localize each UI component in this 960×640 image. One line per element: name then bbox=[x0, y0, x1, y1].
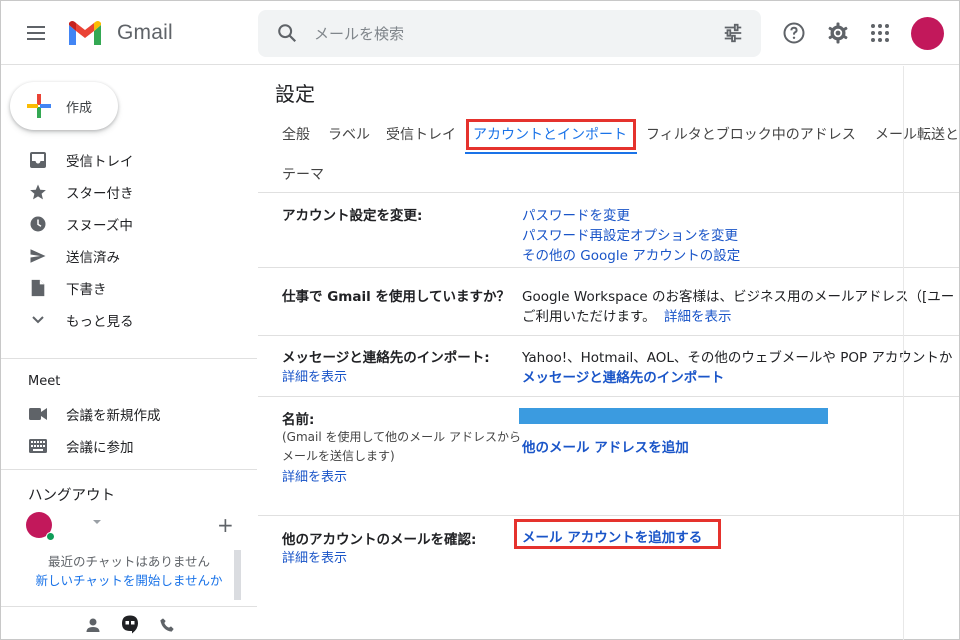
draft-icon bbox=[28, 278, 48, 298]
plus-icon bbox=[27, 94, 51, 118]
meet-title: Meet bbox=[28, 374, 61, 389]
send-icon bbox=[28, 246, 48, 266]
compose-label: 作成 bbox=[66, 100, 93, 116]
workspace-text: Google Workspace のお客様は、ビジネス用のメールアドレス（[ユー bbox=[522, 289, 955, 305]
import-mail-contacts-link[interactable]: メッセージと連絡先のインポート bbox=[522, 366, 724, 386]
row-workspace: 仕事で Gmail を使用していますか？ Google Workspace のお… bbox=[258, 269, 959, 336]
chevron-down-icon bbox=[28, 310, 48, 330]
phone-icon[interactable] bbox=[157, 615, 177, 635]
settings-tabs: 全般 ラベル 受信トレイ アカウントとインポート フィルタとブロック中のアドレス… bbox=[258, 116, 959, 193]
nav-label: 下書き bbox=[66, 282, 107, 298]
main-menu-icon[interactable] bbox=[21, 21, 53, 45]
app-name: Gmail bbox=[117, 21, 173, 44]
keyboard-icon bbox=[28, 436, 48, 456]
apps-grid-icon[interactable] bbox=[868, 21, 892, 45]
gmail-logo[interactable]: Gmail bbox=[67, 19, 173, 47]
nav-item-snoozed[interactable]: スヌーズ中 bbox=[1, 208, 257, 240]
row-import: メッセージと連絡先のインポート: 詳細を表示 Yahoo!、Hotmail、AO… bbox=[258, 337, 959, 397]
nav-label: スター付き bbox=[66, 186, 134, 202]
meet-label: 会議を新規作成 bbox=[66, 408, 161, 424]
redacted-name-bar bbox=[519, 408, 828, 424]
name-learn-more-link[interactable]: 詳細を表示 bbox=[282, 466, 347, 485]
tab-themes[interactable]: テーマ bbox=[282, 164, 324, 184]
search-bar[interactable] bbox=[258, 10, 761, 57]
chat-empty-state: 最近のチャットはありません 新しいチャットを開始しませんか bbox=[1, 552, 257, 590]
nav-label: もっと見る bbox=[66, 314, 134, 330]
active-tab-indicator bbox=[465, 152, 637, 154]
highlight-box-tab bbox=[466, 119, 636, 150]
gmail-m-icon bbox=[69, 21, 101, 45]
name-description-2: メールを送信します) bbox=[282, 449, 395, 463]
nav-item-sent[interactable]: 送信済み bbox=[1, 240, 257, 272]
add-chat-icon[interactable]: + bbox=[217, 515, 234, 535]
tab-labels[interactable]: ラベル bbox=[328, 124, 370, 144]
tab-filters[interactable]: フィルタとブロック中のアドレス bbox=[646, 124, 856, 144]
search-icon[interactable] bbox=[276, 22, 298, 44]
row-label: 仕事で Gmail を使用していますか？ bbox=[282, 289, 511, 305]
nav-list: 受信トレイ スター付き スヌーズ中 送信済み 下書き もっと見る bbox=[1, 144, 257, 336]
search-input[interactable] bbox=[314, 18, 704, 49]
settings-gear-icon[interactable] bbox=[826, 21, 850, 45]
import-learn-more-link[interactable]: 詳細を表示 bbox=[282, 366, 347, 385]
hangouts-bottom-bar bbox=[1, 606, 257, 640]
row-label: アカウント設定を変更: bbox=[282, 208, 423, 224]
sidebar: 作成 受信トレイ スター付き スヌーズ中 送信済み 下書き もっと見る Meet bbox=[1, 66, 257, 640]
nav-label: 受信トレイ bbox=[66, 154, 134, 170]
account-avatar[interactable] bbox=[911, 17, 944, 50]
content-edge-line bbox=[903, 66, 904, 640]
chat-empty-text: 最近のチャットはありません bbox=[47, 554, 210, 569]
hangouts-chat-icon[interactable] bbox=[120, 615, 140, 635]
tab-general[interactable]: 全般 bbox=[282, 124, 310, 144]
meet-join-meeting[interactable]: 会議に参加 bbox=[1, 430, 257, 462]
google-account-settings-link[interactable]: その他の Google アカウントの設定 bbox=[522, 244, 740, 264]
search-options-icon[interactable] bbox=[722, 22, 744, 44]
highlight-box-add-account bbox=[514, 519, 721, 549]
row-label: 他のアカウントのメールを確認: bbox=[282, 532, 477, 548]
nav-label: 送信済み bbox=[66, 250, 120, 266]
inbox-icon bbox=[28, 150, 48, 170]
change-password-link[interactable]: パスワードを変更 bbox=[522, 204, 630, 224]
nav-item-drafts[interactable]: 下書き bbox=[1, 272, 257, 304]
meet-label: 会議に参加 bbox=[66, 440, 134, 456]
check-mail-learn-more-link[interactable]: 詳細を表示 bbox=[282, 547, 347, 566]
row-label: メッセージと連絡先のインポート: bbox=[282, 350, 490, 366]
caret-down-icon[interactable] bbox=[93, 520, 101, 524]
tab-forwarding[interactable]: メール転送と bbox=[875, 124, 959, 144]
start-chat-link[interactable]: 新しいチャットを開始しませんか bbox=[1, 571, 257, 590]
hangouts-title: ハングアウト bbox=[28, 488, 115, 504]
nav-item-more[interactable]: もっと見る bbox=[1, 304, 257, 336]
nav-item-starred[interactable]: スター付き bbox=[1, 176, 257, 208]
meet-list: 会議を新規作成 会議に参加 bbox=[1, 398, 257, 462]
workspace-text-2: ご利用いただけます。 bbox=[522, 309, 656, 325]
meet-new-meeting[interactable]: 会議を新規作成 bbox=[1, 398, 257, 430]
row-account-settings: アカウント設定を変更: パスワードを変更 パスワード再設定オプションを変更 その… bbox=[258, 194, 959, 268]
sidebar-divider bbox=[1, 469, 257, 470]
person-icon[interactable] bbox=[83, 615, 103, 635]
add-email-address-link[interactable]: 他のメール アドレスを追加 bbox=[522, 436, 689, 456]
chat-scrollbar[interactable] bbox=[234, 550, 241, 600]
workspace-learn-more-link[interactable]: 詳細を表示 bbox=[664, 305, 732, 325]
nav-label: スヌーズ中 bbox=[66, 218, 133, 234]
header: Gmail bbox=[1, 1, 959, 65]
row-label: 名前: bbox=[282, 412, 315, 428]
compose-button[interactable]: 作成 bbox=[10, 82, 118, 130]
sidebar-divider bbox=[1, 358, 257, 359]
clock-icon bbox=[28, 214, 48, 234]
settings-main: 設定 全般 ラベル 受信トレイ アカウントとインポート フィルタとブロック中のア… bbox=[258, 66, 959, 640]
change-recovery-link[interactable]: パスワード再設定オプションを変更 bbox=[522, 224, 738, 244]
online-status-dot bbox=[46, 532, 55, 541]
help-icon[interactable] bbox=[782, 21, 806, 45]
page-title: 設定 bbox=[275, 82, 315, 106]
import-text: Yahoo!、Hotmail、AOL、その他のウェブメールや POP アカウント… bbox=[522, 350, 953, 366]
name-description: (Gmail を使用して他のメール アドレスから bbox=[282, 430, 521, 444]
video-icon bbox=[28, 404, 48, 424]
star-icon bbox=[28, 182, 48, 202]
nav-item-inbox[interactable]: 受信トレイ bbox=[1, 144, 257, 176]
tab-inbox[interactable]: 受信トレイ bbox=[386, 124, 456, 144]
